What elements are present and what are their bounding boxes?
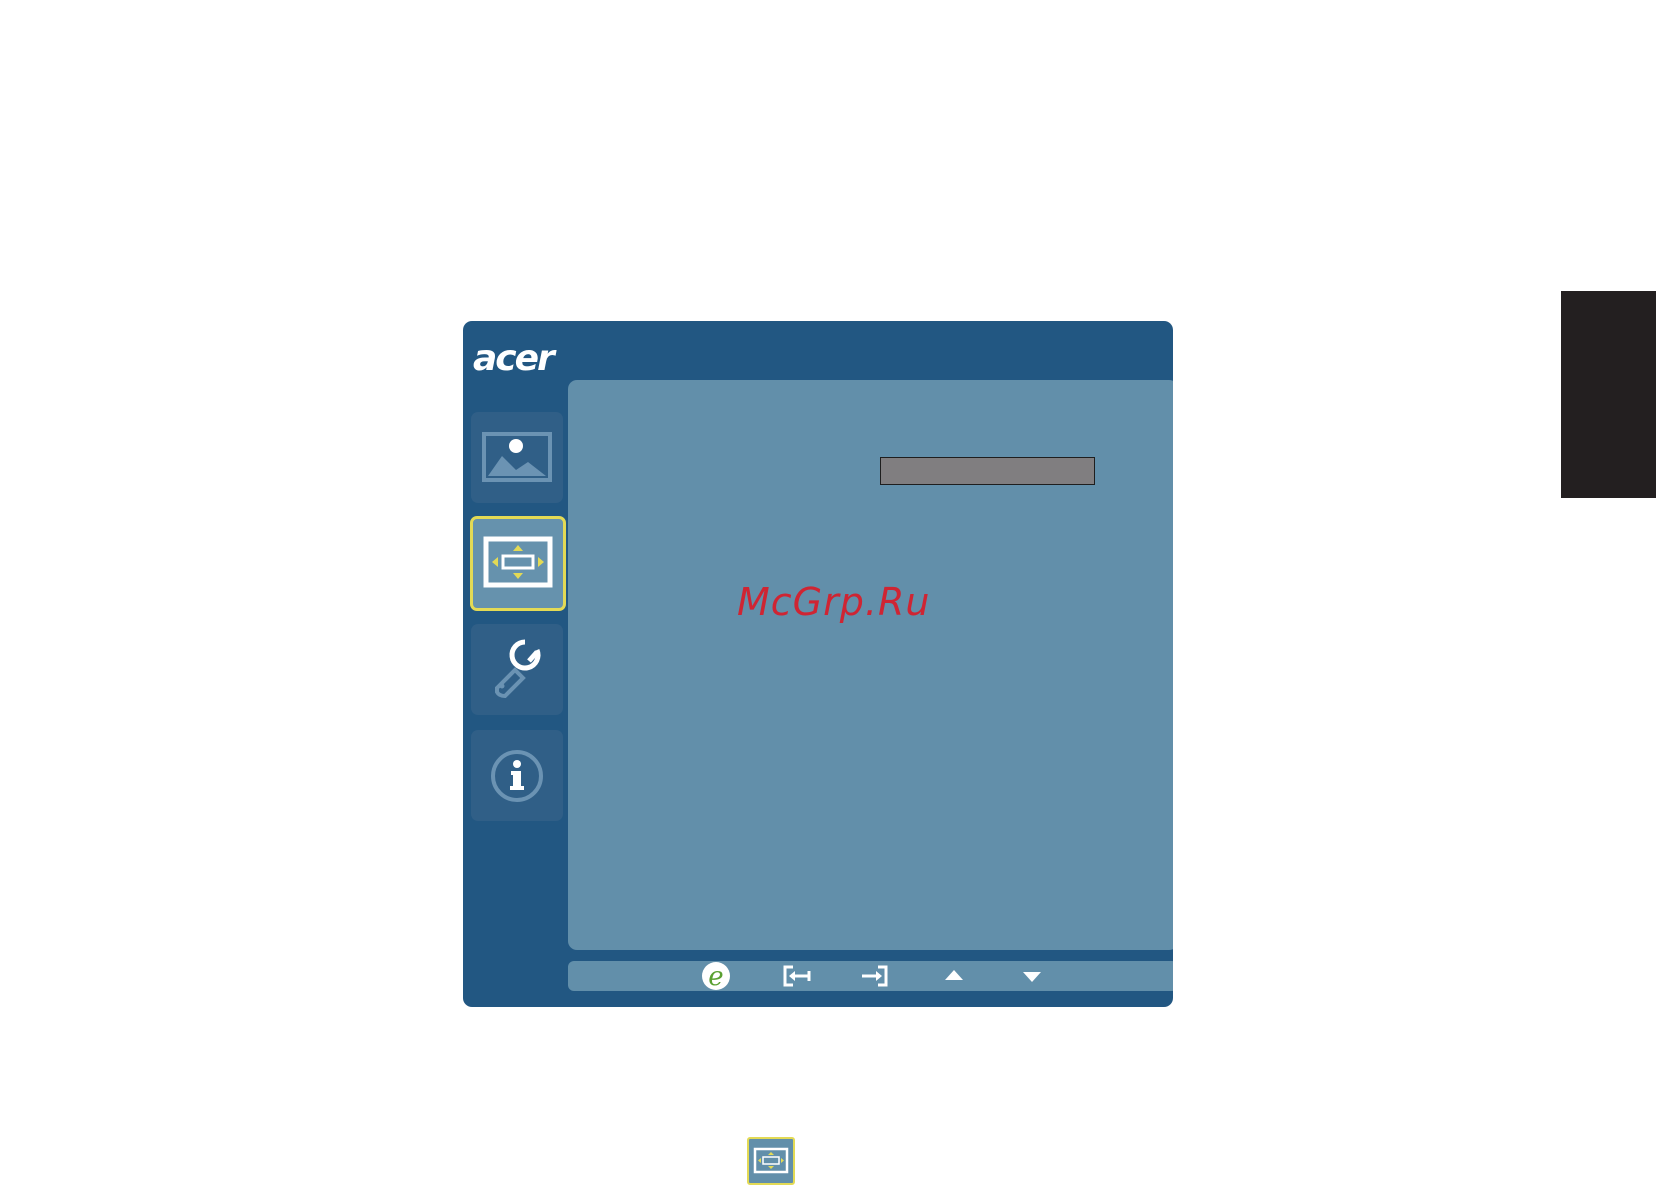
svg-text:e: e xyxy=(708,962,723,991)
tab-settings[interactable] xyxy=(471,624,563,715)
up-button[interactable] xyxy=(936,961,972,991)
enter-icon xyxy=(862,965,888,987)
brand-logo-text: acer xyxy=(473,338,555,379)
picture-icon xyxy=(482,432,552,482)
setting-value-bar[interactable] xyxy=(880,457,1095,485)
display-position-icon xyxy=(483,536,553,588)
content-panel: McGrp.Ru xyxy=(568,380,1173,950)
tab-display[interactable] xyxy=(470,516,566,611)
wrench-settings-icon xyxy=(495,639,541,699)
exit-icon xyxy=(783,965,811,987)
info-icon xyxy=(491,750,543,802)
enter-button[interactable] xyxy=(856,961,892,991)
tab-information[interactable] xyxy=(471,730,563,821)
down-arrow-icon xyxy=(1023,972,1041,982)
watermark-text: McGrp.Ru xyxy=(737,580,931,624)
eco-button[interactable]: e xyxy=(698,961,734,991)
display-position-small-icon xyxy=(747,1137,795,1185)
tab-picture[interactable] xyxy=(471,412,563,503)
osd-footer: e xyxy=(568,961,1173,991)
up-arrow-icon xyxy=(945,970,963,980)
page-side-tab xyxy=(1561,291,1656,498)
down-button[interactable] xyxy=(1014,961,1050,991)
osd-menu: acer McGrp.Ru e xyxy=(463,321,1173,1007)
display-position-icon xyxy=(753,1147,789,1174)
acer-logo: acer xyxy=(467,335,567,379)
empowering-e-icon: e xyxy=(702,962,730,991)
exit-button[interactable] xyxy=(779,961,815,991)
